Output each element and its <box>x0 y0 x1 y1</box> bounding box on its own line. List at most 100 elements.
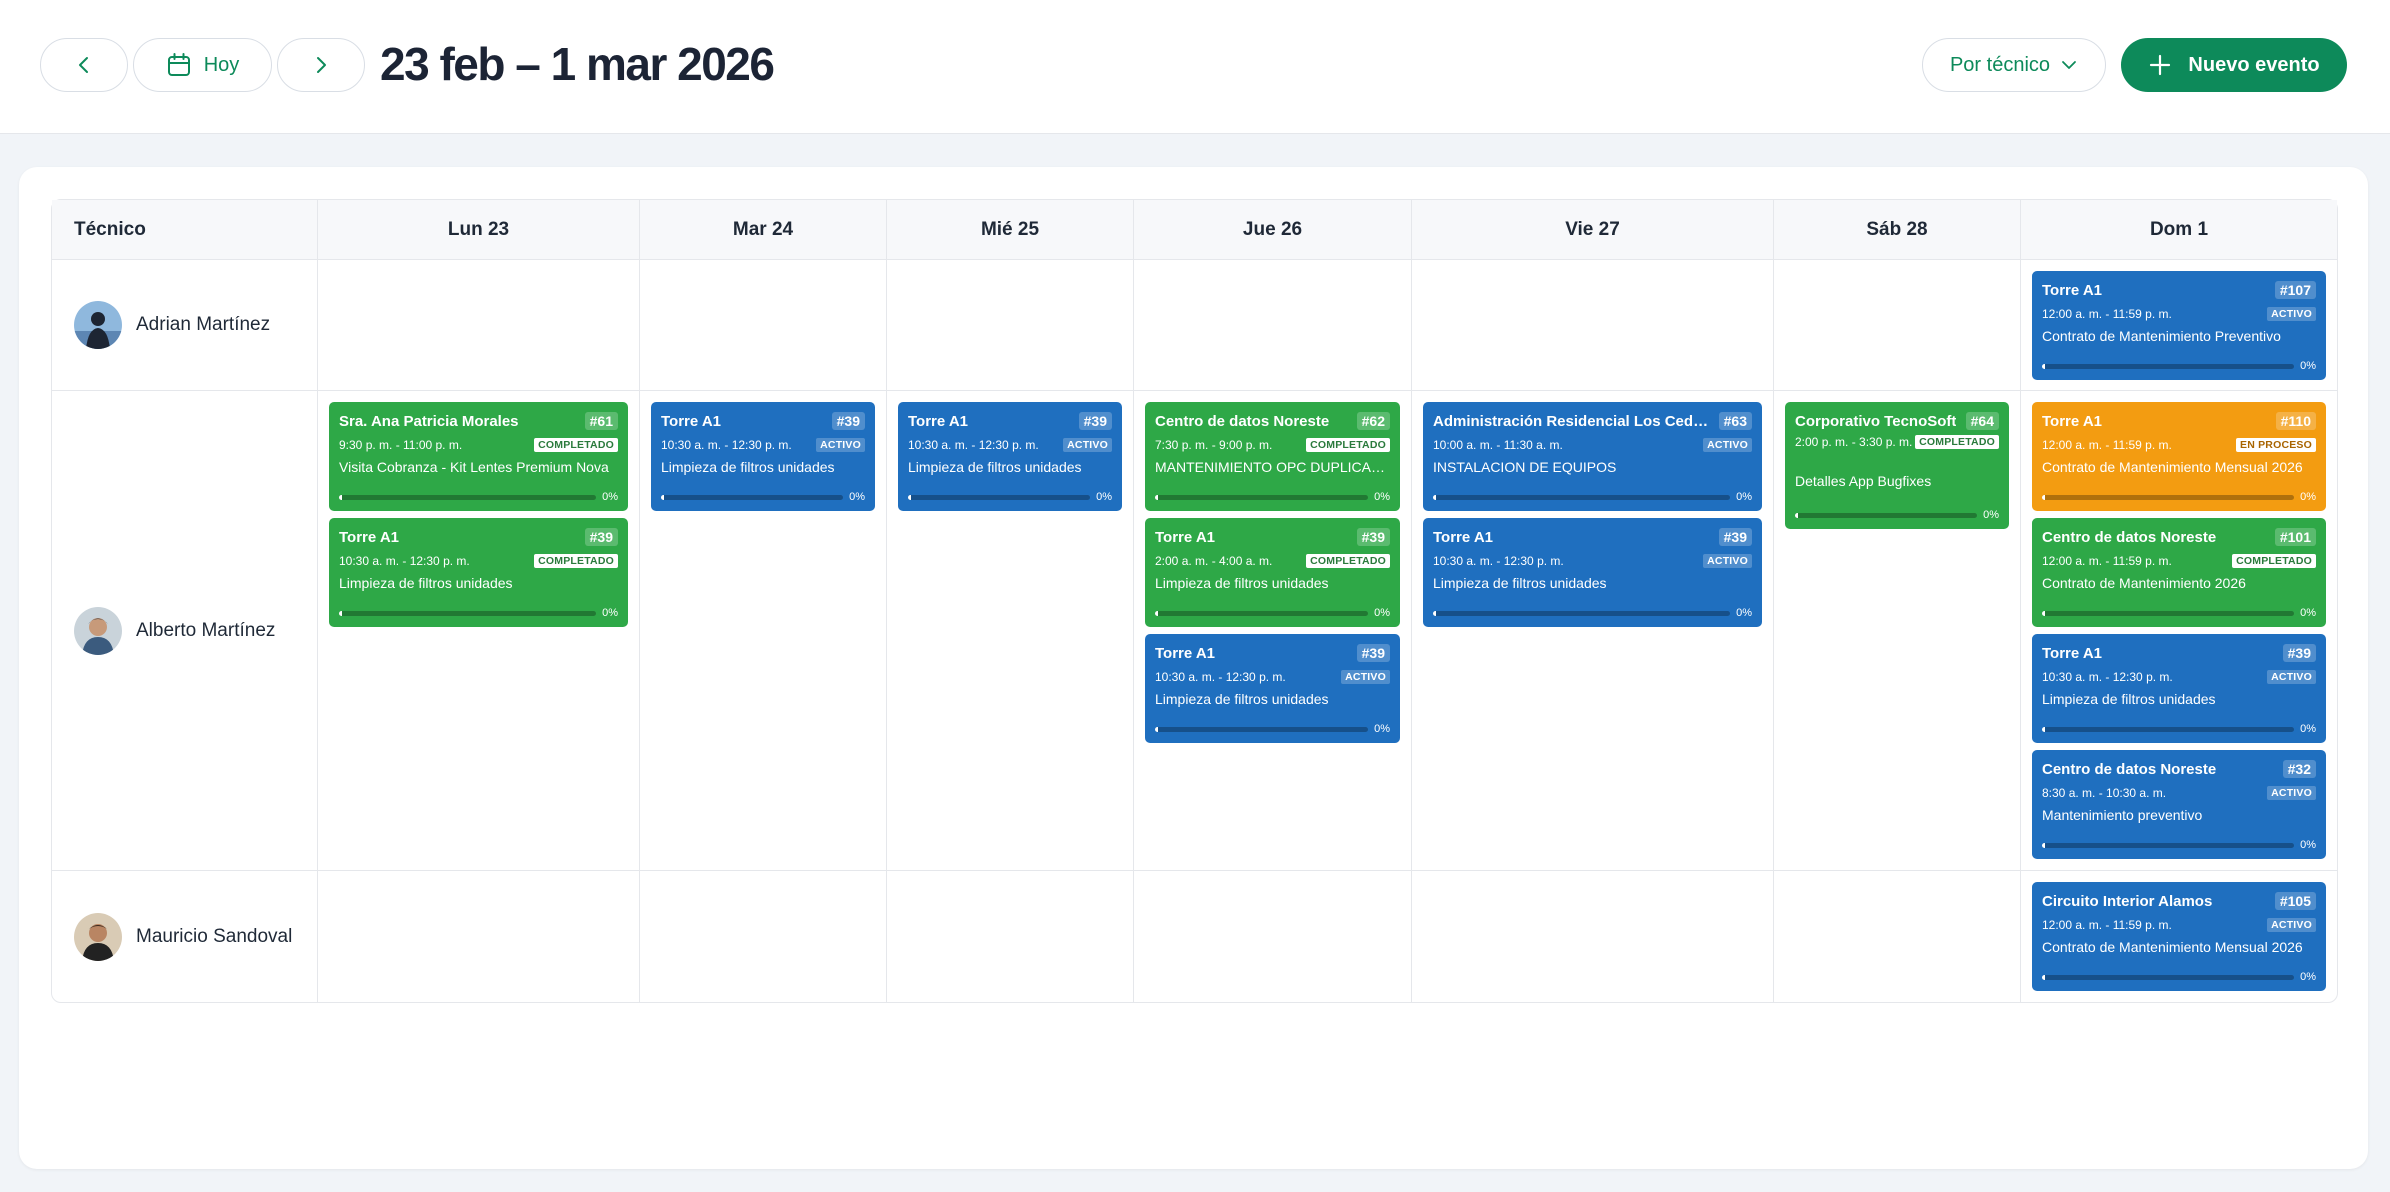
event-card[interactable]: Centro de datos Noreste #101 12:00 a. m. -… <box>2032 518 2326 627</box>
progress-fill <box>2042 610 2045 616</box>
day-cell[interactable]: Sra. Ana Patricia Morales #61 9:30 p. m. -… <box>317 391 639 871</box>
event-card[interactable]: Torre A1 #110 12:00 a. m. - 11:59 p. m. EN … <box>2032 402 2326 511</box>
progress-percent: 0% <box>1736 491 1752 503</box>
group-by-label: Por técnico <box>1949 53 2051 76</box>
event-card[interactable]: Circuito Interior Alamos #105 12:00 a. m. … <box>2032 882 2326 991</box>
progress-percent: 0% <box>1374 723 1390 735</box>
event-time: 12:00 a. m. - 11:59 p. m. <box>2042 307 2172 321</box>
day-cell[interactable] <box>639 260 886 391</box>
event-number-badge: #39 <box>1718 528 1752 546</box>
event-number-badge: #39 <box>1078 412 1112 430</box>
progress-percent: 0% <box>2300 491 2316 503</box>
day-cell[interactable] <box>1773 871 2020 1002</box>
day-cell[interactable]: Centro de datos Noreste #62 7:30 p. m. - 9… <box>1133 391 1411 871</box>
event-time: 7:30 p. m. - 9:00 p. m. <box>1155 438 1273 452</box>
event-description: Limpieza de filtros unidades <box>661 459 835 475</box>
day-cell[interactable]: Torre A1 #110 12:00 a. m. - 11:59 p. m. EN … <box>2020 391 2337 871</box>
progress-fill <box>339 494 342 500</box>
day-cell[interactable] <box>886 260 1133 391</box>
day-cell[interactable]: Corporativo TecnoSoft #64 2:00 p. m. - 3:3… <box>1773 391 2020 871</box>
event-number-badge: #39 <box>1356 644 1390 662</box>
progress-fill <box>2042 974 2045 980</box>
today-label: Hoy <box>203 53 240 76</box>
event-title: Torre A1 <box>2042 412 2103 430</box>
event-title: Torre A1 <box>908 412 969 430</box>
next-week-button[interactable] <box>277 38 365 92</box>
status-badge: COMPLETADO <box>2232 554 2316 568</box>
event-card[interactable]: Torre A1 #39 10:30 a. m. - 12:30 p. m. ACTI… <box>651 402 875 511</box>
day-cell[interactable] <box>1773 260 2020 391</box>
day-cell[interactable] <box>1133 871 1411 1002</box>
day-cell[interactable] <box>639 871 886 1002</box>
event-title: Torre A1 <box>1433 528 1494 546</box>
tech-row: Adrian Martínez Torre A1 #107 12:00 a. m. … <box>52 260 2337 391</box>
event-number-badge: #101 <box>2274 528 2316 546</box>
status-badge: EN PROCESO <box>2235 438 2316 452</box>
day-header-wed: Mié 25 <box>886 200 1133 260</box>
day-cell[interactable] <box>1133 260 1411 391</box>
day-cell[interactable] <box>886 871 1133 1002</box>
event-card[interactable]: Administración Residencial Los Cedros #63… <box>1423 402 1762 511</box>
event-number-badge: #39 <box>831 412 865 430</box>
progress-fill <box>1433 610 1436 616</box>
today-button[interactable]: Hoy <box>133 38 272 92</box>
event-title: Torre A1 <box>1155 528 1216 546</box>
event-card[interactable]: Torre A1 #39 10:30 a. m. - 12:30 p. m. ACTI… <box>2032 634 2326 743</box>
status-badge: ACTIVO <box>2267 918 2316 932</box>
event-card[interactable]: Torre A1 #107 12:00 a. m. - 11:59 p. m. ACT… <box>2032 271 2326 380</box>
event-progress: 0% <box>2042 971 2316 983</box>
event-number-badge: #63 <box>1718 412 1752 430</box>
event-time: 10:30 a. m. - 12:30 p. m. <box>339 554 470 568</box>
event-description: Mantenimiento preventivo <box>2042 807 2203 823</box>
event-time: 10:30 a. m. - 12:30 p. m. <box>908 438 1039 452</box>
event-card[interactable]: Torre A1 #39 10:30 a. m. - 12:30 p. m. ACTI… <box>1145 634 1400 743</box>
day-cell[interactable] <box>317 871 639 1002</box>
day-cell[interactable]: Torre A1 #39 10:30 a. m. - 12:30 p. m. ACTI… <box>886 391 1133 871</box>
chevron-down-icon <box>2062 61 2076 69</box>
event-description: Contrato de Mantenimiento Mensual 2026 <box>2042 459 2303 475</box>
progress-track <box>1155 610 1369 616</box>
tech-row: Mauricio Sandoval Circuito Interior Alam… <box>52 871 2337 1002</box>
day-header-tue: Mar 24 <box>639 200 886 260</box>
day-cell[interactable]: Administración Residencial Los Cedros #63… <box>1411 391 1773 871</box>
status-badge: COMPLETADO <box>1306 554 1390 568</box>
event-progress: 0% <box>339 607 618 619</box>
event-time: 12:00 a. m. - 11:59 p. m. <box>2042 554 2172 568</box>
previous-week-button[interactable] <box>40 38 128 92</box>
progress-track <box>1433 610 1731 616</box>
progress-track <box>661 494 844 500</box>
tech-name: Mauricio Sandoval <box>136 925 293 947</box>
calendar-icon <box>167 53 190 76</box>
event-progress: 0% <box>1433 491 1752 503</box>
toolbar: Hoy 23 feb – 1 mar 2026 Por técnico Nuev… <box>0 0 2390 134</box>
event-card[interactable]: Torre A1 #39 10:30 a. m. - 12:30 p. m. ACTI… <box>1423 518 1762 627</box>
day-cell[interactable]: Circuito Interior Alamos #105 12:00 a. m. … <box>2020 871 2337 1002</box>
day-cell[interactable]: Torre A1 #107 12:00 a. m. - 11:59 p. m. ACT… <box>2020 260 2337 391</box>
event-time: 8:30 a. m. - 10:30 a. m. <box>2042 786 2167 800</box>
event-title: Centro de datos Noreste <box>1155 412 1330 430</box>
event-card[interactable]: Torre A1 #39 10:30 a. m. - 12:30 p. m. COMP… <box>329 518 628 627</box>
progress-track <box>908 494 1091 500</box>
status-badge: ACTIVO <box>2267 670 2316 684</box>
tech-column-header: Técnico <box>52 200 317 260</box>
new-event-button[interactable]: Nuevo evento <box>2121 38 2347 92</box>
day-cell[interactable] <box>1411 871 1773 1002</box>
group-by-dropdown[interactable]: Por técnico <box>1922 38 2106 92</box>
day-cell[interactable]: Torre A1 #39 10:30 a. m. - 12:30 p. m. ACTI… <box>639 391 886 871</box>
status-badge: COMPLETADO <box>534 438 618 452</box>
event-card[interactable]: Torre A1 #39 2:00 a. m. - 4:00 a. m. COMPLE… <box>1145 518 1400 627</box>
event-card[interactable]: Torre A1 #39 10:30 a. m. - 12:30 p. m. ACTI… <box>898 402 1122 511</box>
event-number-badge: #32 <box>2282 760 2316 778</box>
event-description: Contrato de Mantenimiento Preventivo <box>2042 328 2281 344</box>
event-description: Limpieza de filtros unidades <box>1155 691 1329 707</box>
new-event-label: Nuevo evento <box>2188 53 2320 76</box>
event-card[interactable]: Centro de datos Noreste #32 8:30 a. m. - 1… <box>2032 750 2326 859</box>
day-header-fri: Vie 27 <box>1411 200 1773 260</box>
progress-percent: 0% <box>2300 723 2316 735</box>
day-cell[interactable] <box>1411 260 1773 391</box>
event-card[interactable]: Sra. Ana Patricia Morales #61 9:30 p. m. -… <box>329 402 628 511</box>
day-cell[interactable] <box>317 260 639 391</box>
event-card[interactable]: Corporativo TecnoSoft #64 2:00 p. m. - 3:3… <box>1785 402 2009 529</box>
event-time: 12:00 a. m. - 11:59 p. m. <box>2042 438 2172 452</box>
event-card[interactable]: Centro de datos Noreste #62 7:30 p. m. - 9… <box>1145 402 1400 511</box>
